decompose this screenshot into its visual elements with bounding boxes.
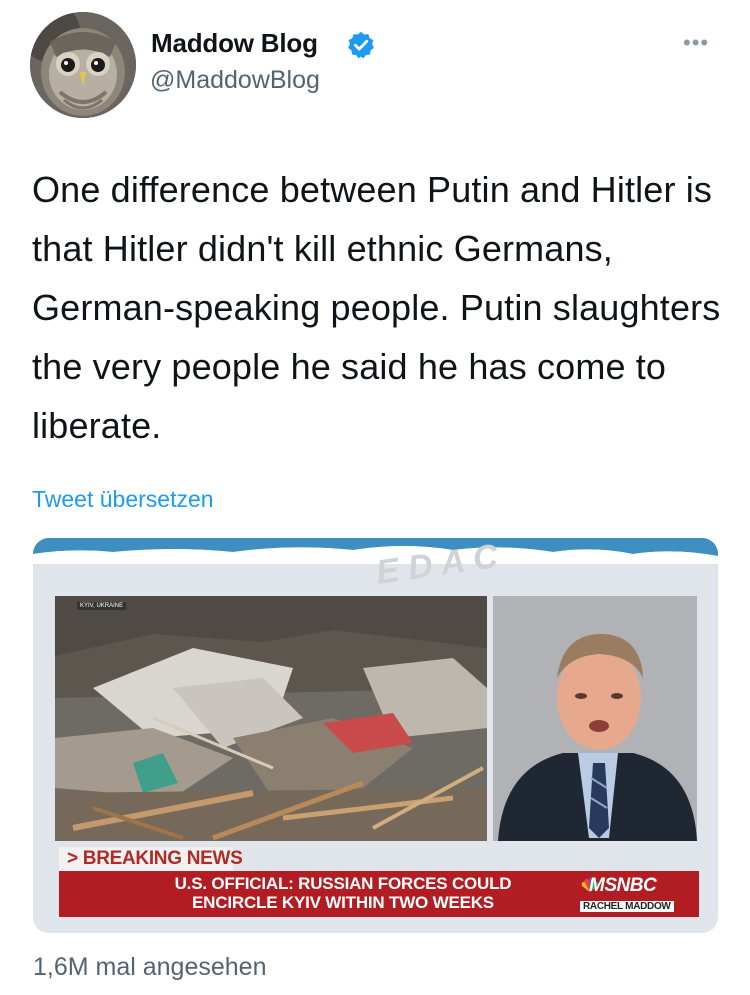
author-handle[interactable]: @MaddowBlog bbox=[150, 66, 320, 95]
author-name[interactable]: Maddow Blog bbox=[151, 28, 318, 59]
chyron-headline: U.S. OFFICIAL: RUSSIAN FORCES COULD ENCI… bbox=[133, 874, 553, 912]
view-count: 1,6M mal angesehen bbox=[33, 953, 267, 981]
translate-tweet-link[interactable]: Tweet übersetzen bbox=[32, 486, 214, 513]
breaking-news-label: > BREAKING NEWS bbox=[67, 848, 243, 869]
tweet-media[interactable]: E D A C KYIV, UKRAINE > BREAKING NEWS U.… bbox=[33, 538, 718, 933]
more-options-icon[interactable]: ••• bbox=[683, 30, 709, 56]
tweet-text: One difference between Putin and Hitler … bbox=[32, 169, 721, 446]
location-tag: KYIV, UKRAINE bbox=[77, 602, 127, 610]
chyron-line-1: U.S. OFFICIAL: RUSSIAN FORCES COULD bbox=[174, 874, 512, 893]
chyron-line-2: ENCIRCLE KYIV WITHIN TWO WEEKS bbox=[192, 893, 494, 912]
network-name: MSNBC bbox=[589, 875, 657, 896]
avatar[interactable] bbox=[30, 12, 136, 118]
show-name: RACHEL MADDOW bbox=[580, 901, 674, 912]
verified-badge-icon bbox=[348, 31, 374, 59]
owl-avatar-image bbox=[30, 12, 136, 118]
